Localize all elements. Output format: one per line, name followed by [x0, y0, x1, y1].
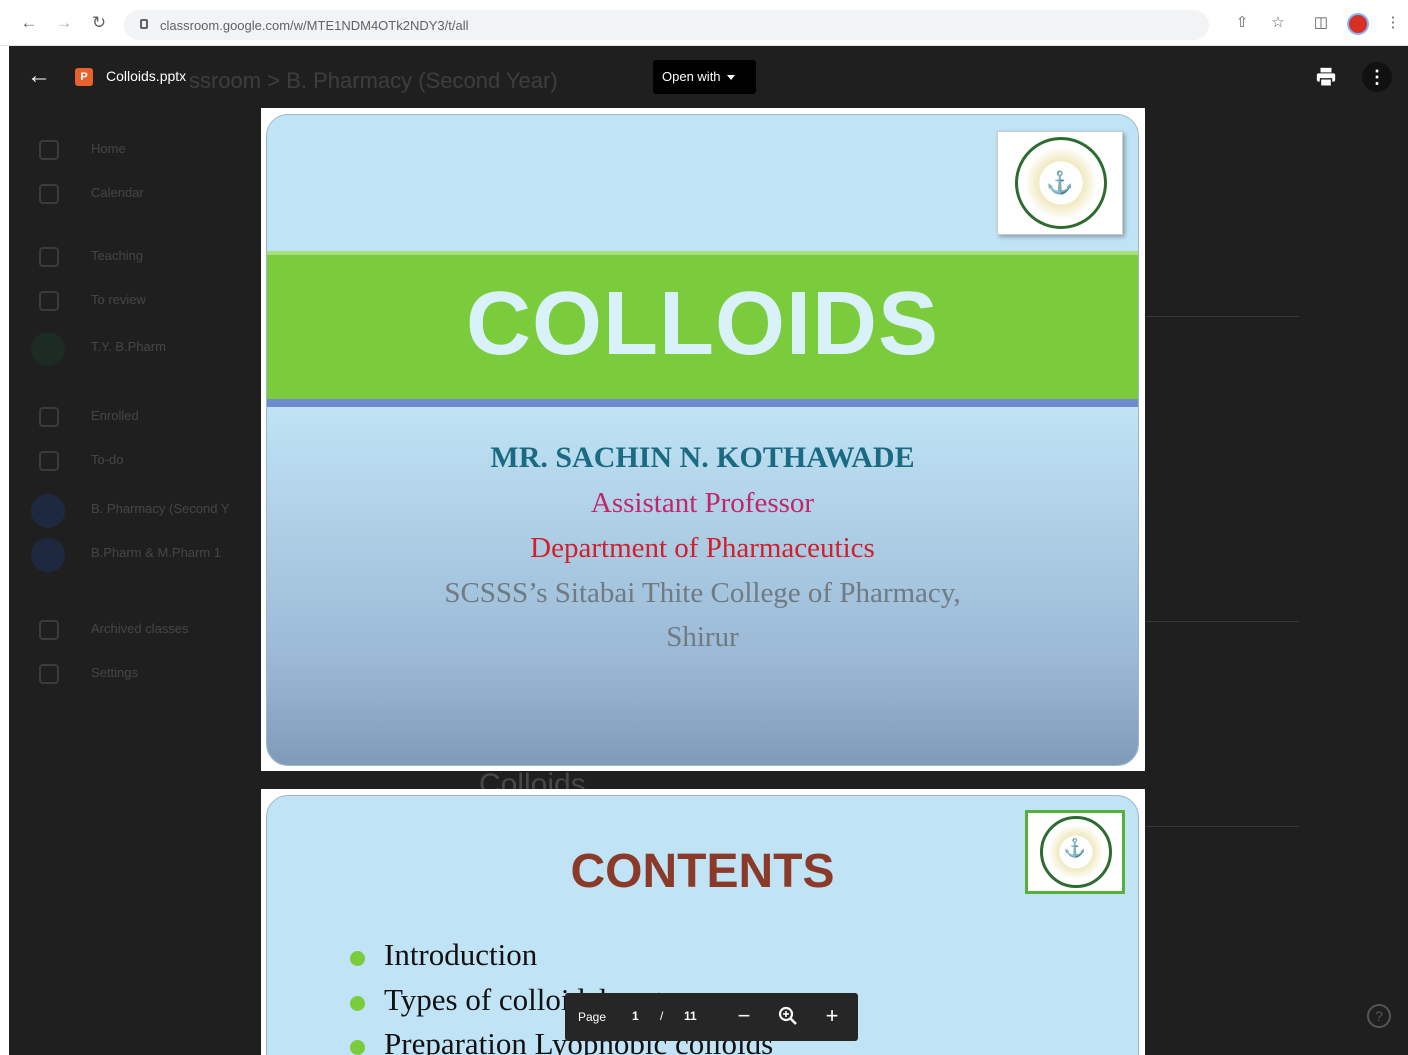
page-separator: /	[660, 1009, 664, 1023]
zoom-in-button[interactable]: +	[820, 1004, 844, 1028]
forward-icon[interactable]: →	[55, 14, 73, 32]
side-panel-icon[interactable]: ◫	[1312, 14, 1330, 32]
zoom-out-button[interactable]: −	[732, 1004, 756, 1028]
file-viewer: Home Calendar Teaching To review T.Y. B.…	[9, 46, 1408, 1055]
slide-1: ⚓ COLLOIDS MR. SACHIN N. KOTHAWADE Assis…	[266, 114, 1139, 766]
bg-nav-todo: To-do	[91, 452, 124, 467]
share-icon[interactable]: ⇧	[1233, 14, 1251, 32]
close-viewer-icon[interactable]: ←	[27, 62, 51, 90]
bg-nav-settings: Settings	[91, 665, 138, 680]
bg-nav-archived: Archived classes	[91, 621, 189, 636]
zoom-icon[interactable]	[776, 1004, 800, 1028]
more-options-icon[interactable]: ⋮	[1362, 62, 1392, 92]
college-name-line2: Shirur	[666, 621, 739, 653]
bg-card-divider	[1139, 621, 1299, 622]
print-icon[interactable]	[1315, 66, 1337, 88]
bg-breadcrumb: ssroom > B. Pharmacy (Second Year)	[189, 68, 558, 93]
back-icon[interactable]: ←	[20, 14, 38, 32]
slide-page-1: ⚓ COLLOIDS MR. SACHIN N. KOTHAWADE Assis…	[261, 108, 1145, 771]
open-with-button[interactable]: Open with	[653, 60, 756, 94]
slide-title: COLLOIDS	[466, 274, 939, 374]
open-with-label: Open with	[662, 69, 721, 84]
author-designation: Assistant Professor	[590, 487, 815, 519]
bg-nav-to-review: To review	[91, 292, 146, 307]
college-logo: ⚓	[997, 131, 1123, 235]
anchor-icon: ⚓	[1046, 170, 1074, 195]
page-label: Page	[578, 1010, 607, 1024]
page-zoom-toolbar: Page 1 / 11 − +	[565, 993, 858, 1041]
help-icon[interactable]: ?	[1367, 1004, 1391, 1028]
url-text[interactable]: classroom.google.com/w/MTE1NDM4OTk2NDY3/…	[160, 18, 468, 33]
file-title: Colloids.pptx	[106, 68, 187, 84]
address-bar[interactable]: classroom.google.com/w/MTE1NDM4OTk2NDY3/…	[124, 10, 1209, 40]
bg-nav-teaching: Teaching	[91, 248, 144, 263]
author-name: MR. SACHIN N. KOTHAWADE	[490, 441, 915, 474]
bg-nav-bpharm: B. Pharmacy (Second Y	[91, 501, 230, 516]
bg-card-divider	[1139, 316, 1299, 317]
bg-nav-enrolled: Enrolled	[91, 408, 139, 423]
bg-nav-ty: T.Y. B.Pharm	[91, 339, 166, 354]
author-department: Department of Pharmaceutics	[530, 532, 875, 564]
total-pages: 11	[684, 1009, 697, 1023]
profile-avatar[interactable]	[1347, 13, 1369, 35]
browser-toolbar: ← → ↻ classroom.google.com/w/MTE1NDM4OTk…	[0, 0, 1408, 46]
bg-nav-bpharm-mpharm: B.Pharm & M.Pharm 1	[91, 545, 222, 560]
chevron-down-icon	[726, 75, 735, 81]
current-page-input[interactable]: 1	[632, 1009, 639, 1023]
star-icon[interactable]: ☆	[1269, 14, 1287, 32]
college-name-line1: SCSSS’s Sitabai Thite College of Pharmac…	[444, 577, 961, 609]
bg-card-divider	[1139, 826, 1299, 827]
lock-icon	[140, 19, 148, 29]
viewer-header: ← P Colloids.pptx ssroom > B. Pharmacy (…	[9, 46, 1408, 108]
bg-nav-calendar: Calendar	[91, 185, 144, 200]
reload-icon[interactable]: ↻	[90, 14, 108, 32]
browser-menu-icon[interactable]: ⋮	[1384, 14, 1402, 32]
bg-nav-home: Home	[91, 141, 126, 156]
contents-title: CONTENTS	[570, 845, 835, 898]
powerpoint-icon: P	[75, 68, 93, 86]
